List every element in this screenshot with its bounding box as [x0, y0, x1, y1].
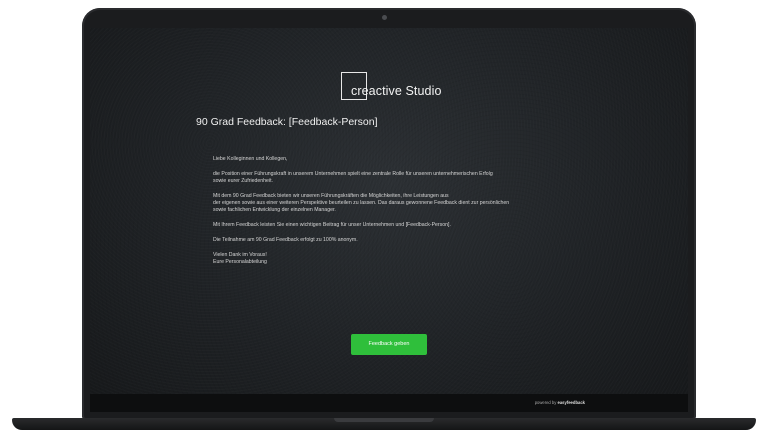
screen: creactive Studio 90 Grad Feedback: [Feed…	[90, 28, 688, 412]
paragraph-3: Mit Ihrem Feedback leisten Sie einen wic…	[213, 222, 451, 228]
laptop-notch	[334, 418, 434, 422]
webcam-icon	[381, 15, 387, 20]
intro-text: Liebe Kolleginnen und Kollegen, die Posi…	[213, 156, 553, 274]
greeting: Liebe Kolleginnen und Kollegen,	[213, 156, 288, 162]
paragraph-2: Mit dem 90 Grad Feedback bieten wir unse…	[213, 193, 510, 213]
paragraph-4: Die Teilnahme am 90 Grad Feedback erfolg…	[213, 237, 358, 243]
company-logo: creactive Studio	[341, 72, 442, 100]
powered-by[interactable]: powered by easyfeedback	[535, 400, 585, 405]
logo-text: creactive Studio	[351, 84, 442, 98]
page-title: 90 Grad Feedback: [Feedback-Person]	[196, 116, 378, 128]
footer-bar: powered by easyfeedback	[90, 394, 688, 412]
give-feedback-button[interactable]: Feedback geben	[351, 334, 427, 355]
paragraph-1: die Position einer Führungskraft in unse…	[213, 171, 493, 184]
laptop-mockup: creactive Studio 90 Grad Feedback: [Feed…	[0, 0, 768, 448]
closing: Vielen Dank im Voraus! Eure Personalabte…	[213, 252, 267, 265]
